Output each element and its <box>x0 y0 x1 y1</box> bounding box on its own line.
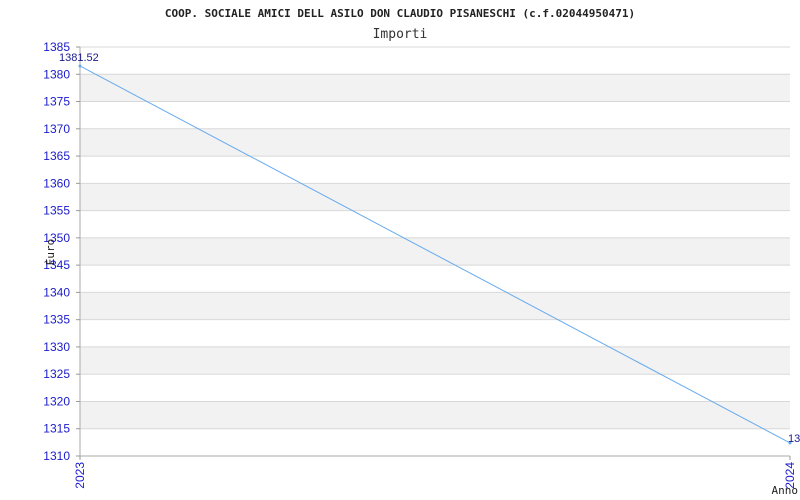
grid-band <box>80 74 790 102</box>
y-tick-label: 1375 <box>43 95 70 109</box>
y-tick-label: 1330 <box>43 340 70 354</box>
y-tick-label: 1370 <box>43 122 70 136</box>
y-tick-label: 1365 <box>43 149 70 163</box>
data-point <box>78 64 82 68</box>
grid-band <box>80 346 790 375</box>
grid-bands <box>80 74 790 429</box>
data-label: 1312.4 <box>788 433 800 445</box>
grid-band <box>80 237 790 266</box>
y-tick-label: 1325 <box>43 367 70 381</box>
chart: COOP. SOCIALE AMICI DELL ASILO DON CLAUD… <box>43 7 800 497</box>
grid-band <box>80 292 790 320</box>
grid-band <box>80 183 790 211</box>
y-tick-label: 1355 <box>43 204 70 218</box>
grid-band <box>80 401 790 429</box>
y-tick-label: 1340 <box>43 285 70 299</box>
x-axis-label: Anno <box>772 484 799 497</box>
x-tick-label: 2023 <box>73 462 87 489</box>
y-tick-label: 1310 <box>43 449 70 463</box>
y-tick-label: 1320 <box>43 394 70 408</box>
data-label: 1381.52 <box>59 52 99 64</box>
y-axis-label: Euro <box>44 239 57 266</box>
y-tick-label: 1360 <box>43 176 70 190</box>
x-axis-ticks: 2023 2024 <box>73 456 797 489</box>
chart-subtitle: Importi <box>373 27 428 42</box>
y-tick-label: 1335 <box>43 313 70 327</box>
y-tick-label: 1315 <box>43 422 70 436</box>
grid-band <box>80 128 790 157</box>
chart-title: COOP. SOCIALE AMICI DELL ASILO DON CLAUD… <box>165 7 635 20</box>
y-tick-label: 1380 <box>43 67 70 81</box>
